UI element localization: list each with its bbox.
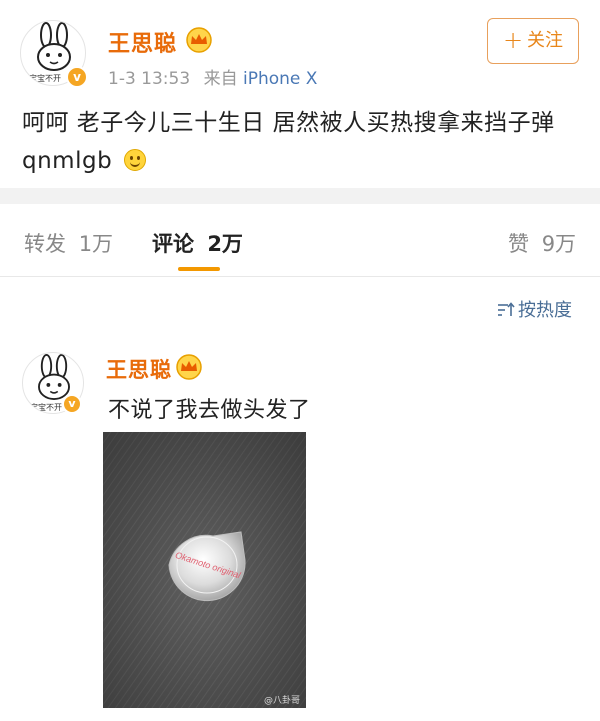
sort-by-hotness-button[interactable]: 按热度 <box>497 296 572 322</box>
comment-author-name[interactable]: 王思聪 <box>106 354 172 384</box>
plus-icon: + <box>502 26 524 54</box>
tab-likes-count: 9万 <box>541 232 577 256</box>
post-meta: 1-3 13:53 来自 iPhone X <box>108 64 317 89</box>
post-timestamp: 1-3 13:53 <box>108 69 191 89</box>
sort-icon <box>498 302 515 316</box>
sort-label: 按热度 <box>518 300 572 321</box>
verified-badge-icon: v <box>62 394 82 414</box>
source-prefix: 来自 <box>203 69 238 89</box>
tab-comments-label: 评论 <box>152 232 194 256</box>
tab-reposts[interactable]: 转发 1万 <box>24 228 113 258</box>
avatar-caption: 宝宝不开 <box>30 403 62 412</box>
crown-badge-icon <box>176 354 202 380</box>
photo-image: Okamoto original <box>103 432 306 708</box>
tab-likes[interactable]: 赞 9万 <box>508 228 576 258</box>
post-body: 呵呵 老子今儿三十生日 居然被人买热搜拿来挡子弹 qnmlgb <box>22 104 582 180</box>
tab-divider <box>0 276 600 277</box>
tab-reposts-count: 1万 <box>78 232 114 256</box>
follow-button[interactable]: + 关注 <box>487 18 579 64</box>
section-divider <box>0 188 600 204</box>
tab-comments-count: 2万 <box>207 232 243 256</box>
tab-likes-label: 赞 <box>508 232 529 256</box>
verified-badge-icon: v <box>66 66 88 88</box>
follow-label: 关注 <box>527 30 564 51</box>
active-tab-indicator <box>178 267 220 271</box>
crown-badge-icon <box>186 27 212 53</box>
photo-watermark: @八卦哥 <box>263 696 300 706</box>
tab-comments[interactable]: 评论 2万 <box>152 228 243 258</box>
smile-emoji-icon <box>123 149 146 171</box>
source-device-link[interactable]: iPhone X <box>243 69 317 89</box>
comment-text: 不说了我去做头发了 <box>108 398 311 423</box>
post-author-name[interactable]: 王思聪 <box>108 26 177 58</box>
tab-reposts-label: 转发 <box>24 232 66 256</box>
avatar-caption: 宝宝不开 <box>29 74 61 83</box>
comment-photo[interactable]: Okamoto original @八卦哥 <box>103 432 306 708</box>
post-text: 呵呵 老子今儿三十生日 居然被人买热搜拿来挡子弹 qnmlgb <box>22 110 555 174</box>
